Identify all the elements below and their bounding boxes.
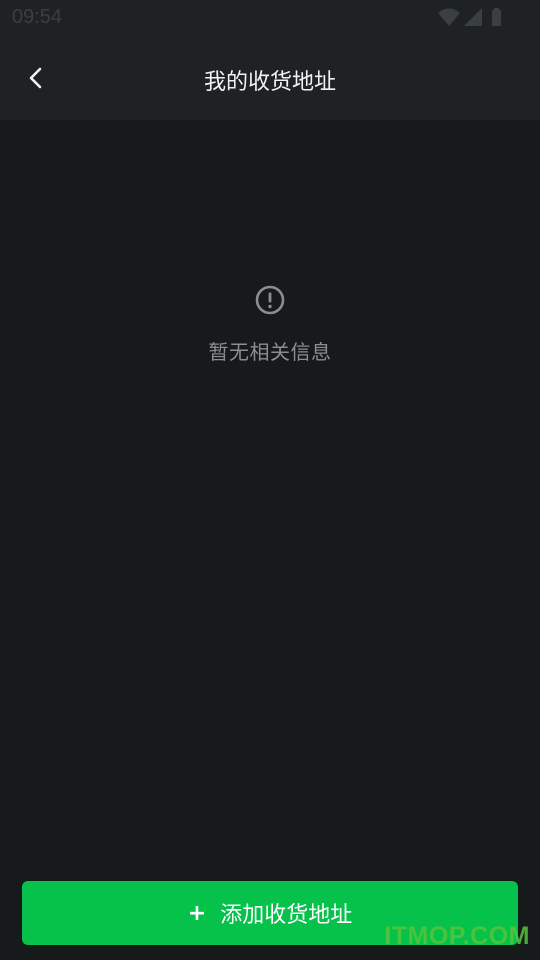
watermark: ITMOP.COM: [384, 922, 530, 950]
status-icons: [438, 7, 502, 27]
wifi-icon: [438, 8, 460, 26]
cell-signal-icon: [464, 8, 482, 26]
empty-state: 暂无相关信息: [0, 284, 540, 365]
add-address-label: 添加收货地址: [220, 903, 353, 928]
status-time: 09:54: [12, 6, 63, 28]
header: 我的收货地址: [0, 36, 540, 120]
exclamation-circle-icon: [255, 285, 285, 315]
page-title: 我的收货地址: [203, 70, 336, 95]
screen: 09:54 我的收货地址 暂无相关信息 + 添加收货地址 ITMOP.COM: [0, 0, 540, 960]
empty-message: 暂无相关信息: [208, 340, 332, 364]
status-bar: 09:54: [0, 0, 540, 36]
battery-icon: [492, 8, 501, 26]
plus-icon: +: [187, 900, 207, 926]
